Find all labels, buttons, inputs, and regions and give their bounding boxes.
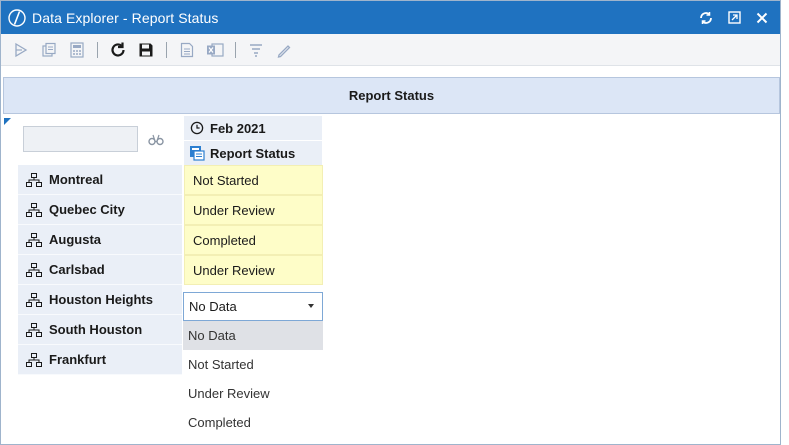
dropdown-option[interactable]: Under Review <box>183 379 323 408</box>
title-bar: Data Explorer - Report Status <box>1 1 780 34</box>
column-header-measure-label: Report Status <box>210 145 296 161</box>
row-header-augusta[interactable]: Augusta <box>18 225 182 255</box>
row-header-label: Augusta <box>49 232 101 247</box>
status-dropdown[interactable]: No Data <box>183 292 323 321</box>
column-header-period[interactable]: Feb 2021 <box>184 116 322 140</box>
row-header-frankfurt[interactable]: Frankfurt <box>18 345 182 375</box>
popout-icon[interactable] <box>720 1 748 34</box>
row-header-label: Frankfurt <box>49 352 107 367</box>
navigate-icon[interactable] <box>9 38 33 62</box>
save-icon[interactable] <box>134 38 158 62</box>
dropdown-option[interactable]: Not Started <box>183 350 323 379</box>
row-headers: Montreal Quebec City Augusta Carlsbad Ho… <box>18 165 182 375</box>
document-icon[interactable] <box>175 38 199 62</box>
row-header-label: Montreal <box>49 172 104 187</box>
row-header-quebec-city[interactable]: Quebec City <box>18 195 182 225</box>
row-header-houston-heights[interactable]: Houston Heights <box>18 285 182 315</box>
hierarchy-icon <box>26 322 44 338</box>
hierarchy-icon <box>26 352 44 368</box>
close-icon[interactable] <box>748 1 776 34</box>
row-header-label: Houston Heights <box>49 292 153 307</box>
data-cell[interactable]: Under Review <box>184 195 323 225</box>
data-cell[interactable]: Under Review <box>184 255 323 285</box>
data-cells: Not Started Under Review Completed Under… <box>184 165 323 285</box>
hierarchy-icon <box>26 172 44 188</box>
status-dropdown-value: No Data <box>189 299 237 314</box>
report-grid: Feb 2021 Report Status Montreal Quebec C… <box>1 115 780 445</box>
copy-icon[interactable] <box>37 38 61 62</box>
app-logo-icon <box>5 6 29 30</box>
row-header-carlsbad[interactable]: Carlsbad <box>18 255 182 285</box>
data-cell[interactable]: Completed <box>184 225 323 255</box>
chevron-down-icon[interactable] <box>308 304 314 308</box>
edit-icon[interactable] <box>272 38 296 62</box>
toolbar-separator <box>235 41 236 58</box>
row-header-south-houston[interactable]: South Houston <box>18 315 182 345</box>
excel-icon[interactable] <box>203 38 227 62</box>
toolbar-separator <box>97 41 98 58</box>
refresh-icon[interactable] <box>692 1 720 34</box>
data-explorer-window: Data Explorer - Report Status Report Sta… <box>0 0 781 445</box>
calculator-icon[interactable] <box>65 38 89 62</box>
row-header-label: Carlsbad <box>49 262 105 277</box>
window-controls <box>692 1 776 34</box>
refresh-icon[interactable] <box>106 38 130 62</box>
column-header-measure[interactable]: Report Status <box>184 141 322 165</box>
toolbar <box>1 34 780 66</box>
row-filter-input[interactable] <box>23 126 138 152</box>
hierarchy-icon <box>26 232 44 248</box>
hierarchy-icon <box>26 202 44 218</box>
hierarchy-icon <box>26 262 44 278</box>
clock-icon <box>189 120 205 136</box>
search-filter-icon[interactable] <box>147 130 165 148</box>
status-dropdown-options: No Data Not Started Under Review Complet… <box>183 321 323 437</box>
row-header-montreal[interactable]: Montreal <box>18 165 182 195</box>
report-icon <box>189 145 205 161</box>
toolbar-separator <box>166 41 167 58</box>
data-cell[interactable]: Not Started <box>184 165 323 195</box>
hierarchy-icon <box>26 292 44 308</box>
corner-indicator-icon <box>4 118 11 125</box>
window-title: Data Explorer - Report Status <box>32 9 219 26</box>
filter-icon[interactable] <box>244 38 268 62</box>
report-header: Report Status <box>3 77 780 114</box>
row-header-label: South Houston <box>49 322 143 337</box>
dropdown-option[interactable]: No Data <box>183 321 323 350</box>
row-header-label: Quebec City <box>49 202 125 217</box>
dropdown-option[interactable]: Completed <box>183 408 323 437</box>
column-header-period-label: Feb 2021 <box>210 120 266 136</box>
